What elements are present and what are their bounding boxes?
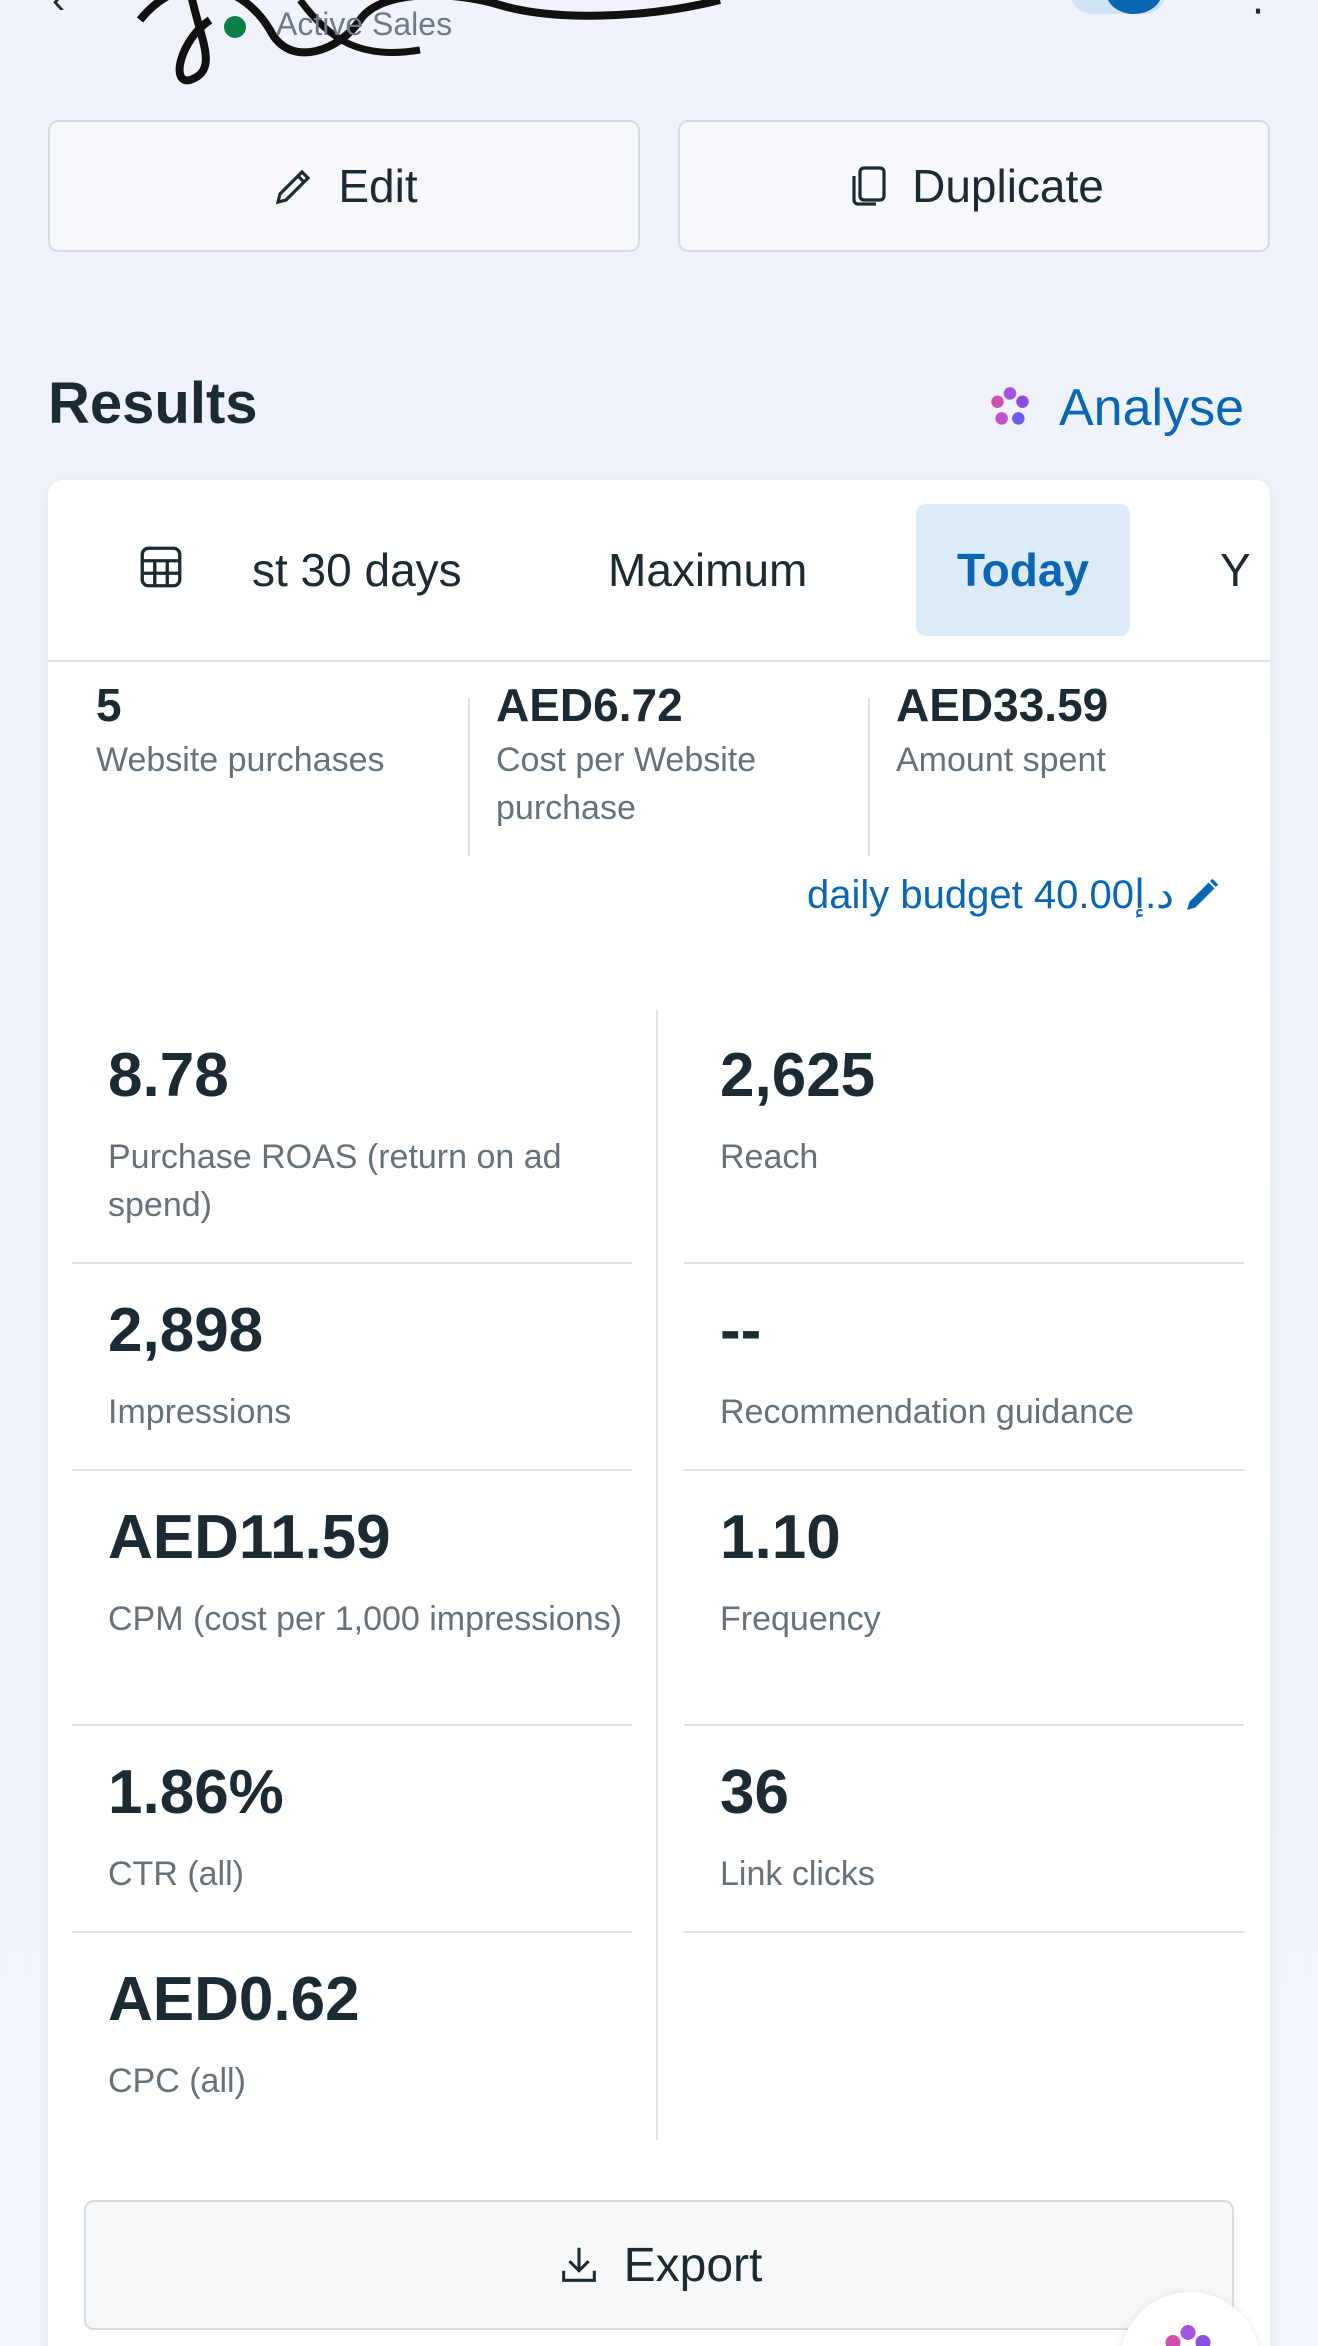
row-divider [72, 1469, 632, 1471]
status-text: Active Sales [276, 6, 453, 42]
metrics-column-divider [656, 1010, 658, 2140]
summary-value: AED33.59 [896, 679, 1109, 731]
results-card: st 30 days Maximum Today Y 5 Website pur… [48, 480, 1270, 2346]
metric-value: 2,898 [108, 1296, 264, 1365]
edit-pencil-icon [1187, 878, 1219, 910]
edit-button[interactable]: Edit [48, 120, 640, 252]
row-divider [684, 1469, 1244, 1471]
metric-value: AED0.62 [108, 1965, 360, 2034]
metric-label: Impressions [108, 1393, 292, 1431]
metric-value: 2,625 [720, 1041, 876, 1110]
summary-label: Amount spent [896, 741, 1106, 779]
pencil-icon [276, 169, 311, 205]
row-divider [72, 1931, 632, 1933]
sparkle-icon [991, 387, 1029, 425]
back-icon[interactable]: ‹ [52, 0, 65, 23]
metric-value: 1.86% [108, 1758, 284, 1827]
results-title: Results [48, 371, 258, 436]
tab-today[interactable]: Today [916, 504, 1130, 636]
toggle-knob [1106, 0, 1162, 14]
metric-value: 36 [720, 1758, 789, 1827]
analyse-label: Analyse [1059, 379, 1244, 437]
metric-label: Recommendation guidance [720, 1393, 1134, 1431]
summary-label: Website purchases [96, 741, 385, 779]
row-divider [684, 1262, 1244, 1264]
status-dot [224, 16, 246, 38]
summary-row: 5 Website purchases AED6.72 Cost per Web… [48, 678, 1270, 838]
edit-label: Edit [338, 160, 418, 212]
metric-value: AED11.59 [108, 1503, 391, 1572]
summary-value: 5 [96, 679, 122, 731]
metric-label: CPC (all) [108, 2062, 246, 2100]
sparkle-icon [1165, 2325, 1211, 2346]
analyse-button[interactable]: Analyse [985, 378, 1244, 438]
metric-value: 1.10 [720, 1503, 841, 1572]
metric-label: Link clicks [720, 1855, 875, 1893]
summary-cost-per-purchase: AED6.72 Cost per Website purchase [496, 678, 836, 832]
metric-label: Reach [720, 1138, 819, 1176]
daily-budget-link[interactable]: daily budget 40.00د.إ [807, 872, 1222, 918]
calendar-icon[interactable] [136, 542, 186, 592]
duplicate-button[interactable]: Duplicate [678, 120, 1270, 252]
export-label: Export [623, 2238, 763, 2292]
date-range-tabs: st 30 days Maximum Today Y [48, 480, 1270, 662]
action-row: Edit Duplicate [48, 120, 1270, 252]
more-options-icon[interactable]: ⋮ [1238, 0, 1278, 20]
summary-amount-spent: AED33.59 Amount spent [896, 678, 1236, 784]
row-divider [72, 1724, 632, 1726]
metric-impressions: 2,898 Impressions [72, 1295, 632, 1436]
duplicate-icon [852, 166, 886, 206]
summary-value: AED6.72 [496, 679, 683, 731]
metric-value: -- [720, 1296, 762, 1365]
summary-divider [868, 698, 870, 856]
row-divider [684, 1724, 1244, 1726]
metric-label: CPM (cost per 1,000 impressions) [108, 1600, 622, 1638]
metric-label: Purchase ROAS (return on ad spend) [108, 1138, 562, 1224]
download-icon [561, 2247, 596, 2282]
tab-last-30-days[interactable]: st 30 days [252, 504, 462, 636]
top-bar: ‹ Active Sales ⋮ [0, 0, 1318, 85]
row-divider [684, 1931, 1244, 1933]
row-divider [72, 1262, 632, 1264]
metric-reach: 2,625 Reach [684, 1040, 1244, 1181]
export-button[interactable]: Export [84, 2200, 1234, 2330]
metric-value: 8.78 [108, 1041, 229, 1110]
duplicate-label: Duplicate [912, 160, 1104, 212]
metric-recommendation-guidance[interactable]: -- Recommendation guidance [684, 1295, 1244, 1436]
summary-label: Cost per Website purchase [496, 741, 757, 827]
metric-label: Frequency [720, 1600, 881, 1638]
metric-cpm: AED11.59 CPM (cost per 1,000 impressions… [72, 1502, 632, 1643]
active-toggle[interactable] [1070, 0, 1166, 14]
summary-divider [468, 698, 470, 856]
summary-website-purchases: 5 Website purchases [96, 678, 456, 784]
metric-link-clicks: 36 Link clicks [684, 1757, 1244, 1898]
metric-cpc: AED0.62 CPC (all) [72, 1964, 632, 2105]
tab-maximum[interactable]: Maximum [608, 504, 807, 636]
metric-ctr: 1.86% CTR (all) [72, 1757, 632, 1898]
metric-frequency: 1.10 Frequency [684, 1502, 1244, 1643]
metric-label: CTR (all) [108, 1855, 244, 1893]
tab-yesterday[interactable]: Y [1220, 504, 1251, 636]
daily-budget-label: daily budget 40.00د.إ [807, 873, 1174, 917]
metric-purchase-roas: 8.78 Purchase ROAS (return on ad spend) [72, 1040, 632, 1229]
